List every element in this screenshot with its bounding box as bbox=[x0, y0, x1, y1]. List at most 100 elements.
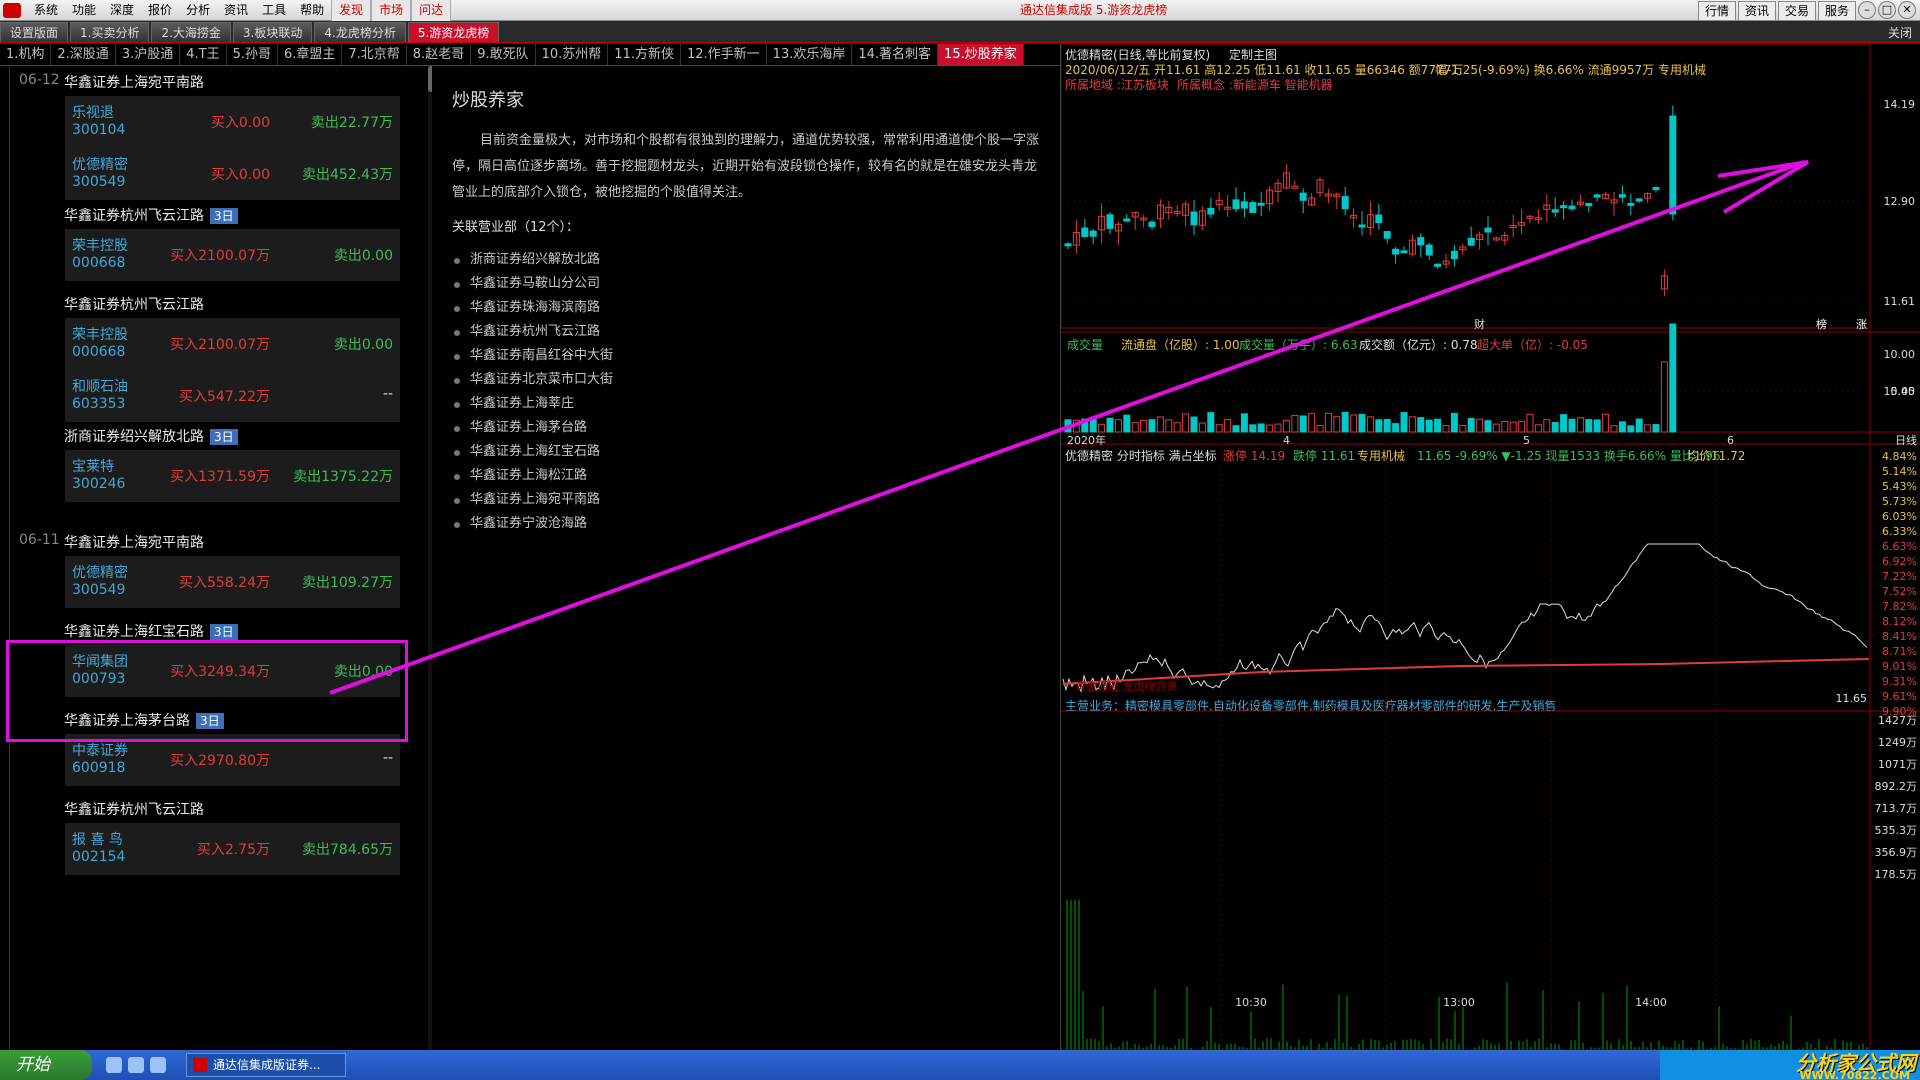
broker-name[interactable]: 华鑫证券上海宛平南路 bbox=[64, 72, 204, 92]
menu-red-item-2[interactable]: 问达 bbox=[411, 0, 452, 21]
branch-item[interactable]: 华鑫证券上海松江路 bbox=[452, 464, 613, 488]
scrollbar[interactable] bbox=[428, 66, 432, 1050]
broker-name[interactable]: 浙商证券绍兴解放北路 3日 bbox=[64, 426, 238, 446]
minimize-icon[interactable]: – bbox=[1858, 1, 1876, 19]
stock-code[interactable]: 300246 bbox=[72, 476, 125, 492]
menu-item-2[interactable]: 深度 bbox=[103, 0, 141, 21]
branch-item[interactable]: 华鑫证券珠海海滨南路 bbox=[452, 296, 613, 320]
broker-name[interactable]: 华鑫证券杭州飞云江路 bbox=[64, 799, 204, 819]
trader-tab-1[interactable]: 2.深股通 bbox=[51, 44, 116, 65]
layout-tab-1[interactable]: 1.买卖分析 bbox=[70, 22, 150, 42]
stock-name[interactable]: 中泰证券 bbox=[72, 740, 128, 760]
branch-item[interactable]: 华鑫证券南昌红谷中大街 bbox=[452, 344, 613, 368]
trader-tab-12[interactable]: 13.欢乐海岸 bbox=[767, 44, 853, 65]
branch-item[interactable]: 华鑫证券上海宛平南路 bbox=[452, 488, 613, 512]
layout-tab-5[interactable]: 5.游资龙虎榜 bbox=[407, 22, 500, 42]
taskbar-app-button[interactable]: 通达信集成版证券... bbox=[186, 1053, 346, 1077]
date-axis-label: 4 bbox=[1283, 434, 1290, 447]
trader-tab-4[interactable]: 5.孙哥 bbox=[227, 44, 278, 65]
trader-tab-6[interactable]: 7.北京帮 bbox=[342, 44, 407, 65]
branch-item[interactable]: 华鑫证券北京菜市口大街 bbox=[452, 368, 613, 392]
stock-row[interactable]: 乐视退 300104 买入0.00 卖出22.77万 bbox=[65, 96, 400, 148]
trader-tab-0[interactable]: 1.机构 bbox=[0, 44, 52, 65]
branch-item[interactable]: 华鑫证券杭州飞云江路 bbox=[452, 320, 613, 344]
menu-item-4[interactable]: 分析 bbox=[179, 0, 217, 21]
stock-row[interactable]: 和顺石油 603353 买入547.22万 -- bbox=[65, 370, 400, 422]
menu-item-3[interactable]: 报价 bbox=[141, 0, 179, 21]
menu-red-item-1[interactable]: 市场 bbox=[371, 0, 412, 21]
dragon-tiger-list[interactable]: 06-12 华鑫证券上海宛平南路 乐视退 300104 买入0.00 卖出22.77万 优德… bbox=[0, 66, 432, 1050]
trader-tab-10[interactable]: 11.方新侠 bbox=[608, 44, 681, 65]
menu-item-6[interactable]: 工具 bbox=[255, 0, 293, 21]
branch-item[interactable]: 华鑫证券上海莘庄 bbox=[452, 392, 613, 416]
stock-code[interactable]: 603353 bbox=[72, 396, 125, 412]
menu-item-0[interactable]: 系统 bbox=[27, 0, 65, 21]
branch-item[interactable]: 华鑫证券宁波沧海路 bbox=[452, 512, 613, 536]
stock-name[interactable]: 荣丰控股 bbox=[72, 235, 128, 255]
toolbar-button-2[interactable]: 交易 bbox=[1777, 1, 1816, 21]
trader-tab-11[interactable]: 12.作手新一 bbox=[681, 44, 767, 65]
stock-row[interactable]: 优德精密 300549 买入0.00 卖出452.43万 bbox=[65, 148, 400, 200]
broker-name[interactable]: 华鑫证券杭州飞云江路 bbox=[64, 294, 204, 314]
stock-name[interactable]: 乐视退 bbox=[72, 102, 114, 122]
scrollbar-thumb[interactable] bbox=[428, 66, 432, 92]
close-icon[interactable]: ✕ bbox=[1898, 1, 1916, 19]
trader-tab-14[interactable]: 15.炒股养家 bbox=[938, 44, 1024, 65]
buy-amount: 买入2970.80万 bbox=[170, 753, 270, 769]
menu-item-1[interactable]: 功能 bbox=[65, 0, 103, 21]
volume-bar bbox=[1098, 423, 1106, 433]
folder-icon[interactable] bbox=[106, 1057, 122, 1073]
restore-icon[interactable]: □ bbox=[1878, 1, 1896, 19]
stock-row[interactable]: 荣丰控股 000668 买入2100.07万 卖出0.00 bbox=[65, 318, 400, 370]
broker-label: 华鑫证券杭州飞云江路 bbox=[64, 297, 204, 313]
menu-red-item-0[interactable]: 发现 bbox=[331, 0, 372, 21]
stock-code[interactable]: 300549 bbox=[72, 582, 125, 598]
stock-name[interactable]: 宝莱特 bbox=[72, 456, 114, 476]
branch-item[interactable]: 华鑫证券上海红宝石路 bbox=[452, 440, 613, 464]
stock-name[interactable]: 优德精密 bbox=[72, 562, 128, 582]
branch-item[interactable]: 浙商证券绍兴解放北路 bbox=[452, 248, 613, 272]
desktop-icon[interactable] bbox=[128, 1057, 144, 1073]
menu-item-7[interactable]: 帮助 bbox=[293, 0, 331, 21]
trader-tab-9[interactable]: 10.苏州帮 bbox=[536, 44, 609, 65]
pct-tick-label: 9.01% bbox=[1882, 660, 1917, 673]
stock-name[interactable]: 和顺石油 bbox=[72, 376, 128, 396]
stock-chart-panel[interactable]: 优德精密(日线,等比前复权) 定制主图 2020/06/12/五 开11.61 … bbox=[1060, 44, 1920, 1050]
toolbar-button-3[interactable]: 服务 bbox=[1817, 1, 1856, 21]
trader-tab-3[interactable]: 4.T王 bbox=[180, 44, 227, 65]
stock-row[interactable]: 荣丰控股 000668 买入2100.07万 卖出0.00 bbox=[65, 229, 400, 281]
trader-tab-13[interactable]: 14.著名刺客 bbox=[852, 44, 939, 65]
stock-code[interactable]: 002154 bbox=[72, 849, 125, 865]
toolbar-button-0[interactable]: 行情 bbox=[1697, 1, 1736, 21]
broker-label: 华鑫证券上海宛平南路 bbox=[64, 535, 204, 551]
start-button[interactable]: 开始 bbox=[0, 1050, 92, 1080]
stock-code[interactable]: 600918 bbox=[72, 760, 125, 776]
menu-item-5[interactable]: 资讯 bbox=[217, 0, 255, 21]
trader-tab-5[interactable]: 6.章盟主 bbox=[278, 44, 343, 65]
stock-code[interactable]: 300104 bbox=[72, 122, 125, 138]
stock-row[interactable]: 报 喜 鸟 002154 买入2.75万 卖出784.65万 bbox=[65, 823, 400, 875]
stock-row[interactable]: 宝莱特 300246 买入1371.59万 卖出1375.22万 bbox=[65, 450, 400, 502]
broker-name[interactable]: 华鑫证券杭州飞云江路 3日 bbox=[64, 205, 238, 225]
browser-icon[interactable] bbox=[150, 1057, 166, 1073]
stock-name[interactable]: 优德精密 bbox=[72, 154, 128, 174]
layout-tab-2[interactable]: 2.大海捞金 bbox=[151, 22, 231, 42]
close-panel-button[interactable]: 关闭 bbox=[1888, 24, 1912, 41]
stock-code[interactable]: 000668 bbox=[72, 255, 125, 271]
stock-row[interactable]: 优德精密 300549 买入558.24万 卖出109.27万 bbox=[65, 556, 400, 608]
trader-tab-8[interactable]: 9.敢死队 bbox=[471, 44, 536, 65]
stock-name[interactable]: 报 喜 鸟 bbox=[72, 829, 123, 849]
branch-item[interactable]: 华鑫证券马鞍山分公司 bbox=[452, 272, 613, 296]
layout-tab-3[interactable]: 3.板块联动 bbox=[232, 22, 313, 42]
trader-tab-2[interactable]: 3.沪股通 bbox=[116, 44, 181, 65]
broker-name[interactable]: 华鑫证券上海红宝石路 3日 bbox=[64, 621, 238, 641]
branch-item[interactable]: 华鑫证券上海茅台路 bbox=[452, 416, 613, 440]
layout-tab-0[interactable]: 设置版面 bbox=[0, 22, 69, 42]
toolbar-button-1[interactable]: 资讯 bbox=[1737, 1, 1776, 21]
stock-code[interactable]: 000668 bbox=[72, 344, 125, 360]
layout-tab-4[interactable]: 4.龙虎榜分析 bbox=[314, 22, 406, 42]
trader-tab-7[interactable]: 8.赵老哥 bbox=[407, 44, 472, 65]
stock-name[interactable]: 荣丰控股 bbox=[72, 324, 128, 344]
broker-name[interactable]: 华鑫证券上海宛平南路 bbox=[64, 532, 204, 552]
stock-code[interactable]: 300549 bbox=[72, 174, 125, 190]
